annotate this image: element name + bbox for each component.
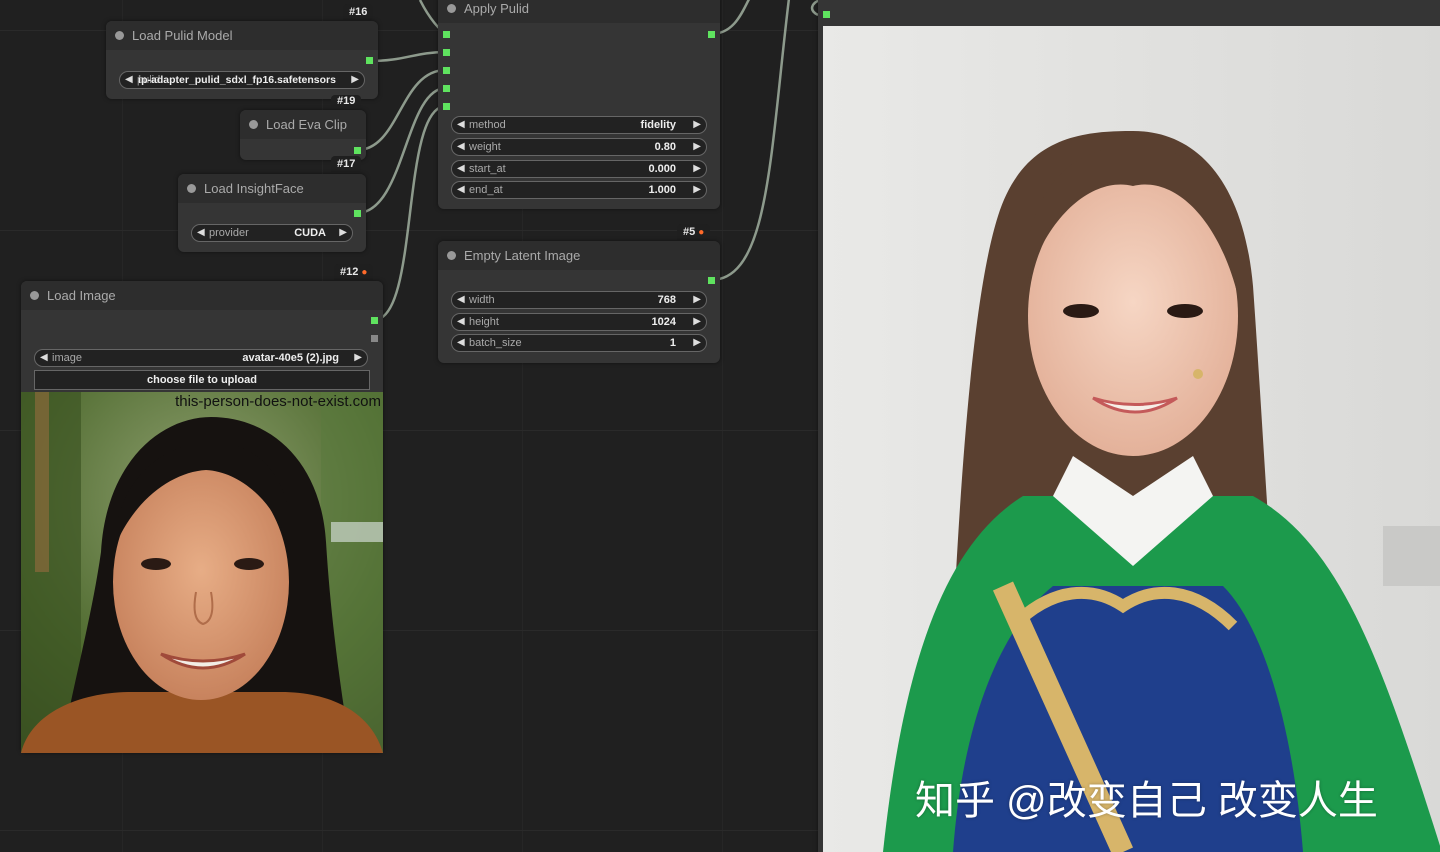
triangle-right-icon[interactable]: ▶ <box>693 182 701 198</box>
load-eva-clip-node[interactable]: Load Eva Clip <box>240 110 366 160</box>
fox-icon: ● <box>698 227 705 238</box>
link-image <box>373 104 447 322</box>
triangle-left-icon[interactable]: ◀ <box>457 314 465 330</box>
load-image-node[interactable]: Load Image ◀ image avatar-40e5 (2).jpg ▶… <box>21 281 383 753</box>
node-id-badge: #19 <box>331 95 362 107</box>
input-slot-eva-clip[interactable] <box>443 67 450 74</box>
link-pulid-model <box>369 50 447 63</box>
collapse-dot-icon[interactable] <box>115 31 124 40</box>
node-title[interactable]: Apply Pulid <box>438 0 720 23</box>
upload-button[interactable]: choose file to upload <box>34 370 370 390</box>
triangle-left-icon[interactable]: ◀ <box>457 292 465 308</box>
triangle-left-icon[interactable]: ◀ <box>457 117 465 133</box>
node-title[interactable]: Load Image <box>21 281 383 310</box>
start-at-number[interactable]: ◀ start_at 0.000 ▶ <box>451 160 707 178</box>
triangle-left-icon[interactable]: ◀ <box>125 72 133 88</box>
output-slot-model[interactable] <box>708 31 715 38</box>
output-slot[interactable] <box>354 210 361 217</box>
apply-pulid-node[interactable]: Apply Pulid ◀ method fidelity ▶ ◀ weight… <box>438 0 720 209</box>
triangle-right-icon[interactable]: ▶ <box>693 117 701 133</box>
triangle-left-icon[interactable]: ◀ <box>197 225 205 241</box>
triangle-left-icon[interactable]: ◀ <box>40 350 48 366</box>
node-title[interactable]: Load Pulid Model <box>106 21 378 50</box>
node-title[interactable]: Load Eva Clip <box>240 110 366 139</box>
collapse-dot-icon[interactable] <box>187 184 196 193</box>
empty-latent-image-node[interactable]: Empty Latent Image ◀ width 768 ▶ ◀ heigh… <box>438 241 720 363</box>
fox-icon: ● <box>361 267 368 278</box>
output-slot-latent[interactable] <box>708 277 715 284</box>
input-slot-pulid[interactable] <box>443 49 450 56</box>
input-slot-image[interactable] <box>443 103 450 110</box>
image-output-slot[interactable] <box>371 317 378 324</box>
output-slot[interactable] <box>354 147 361 154</box>
triangle-left-icon[interactable]: ◀ <box>457 182 465 198</box>
portrait-photo <box>21 392 383 753</box>
triangle-right-icon[interactable]: ▶ <box>351 72 359 88</box>
zhihu-watermark: 知乎 @改变自己 改变人生 <box>915 779 1378 823</box>
triangle-left-icon[interactable]: ◀ <box>457 161 465 177</box>
pulid-file-combo[interactable]: ◀ pulid ip-adapter_pulid_sdxl_fp16.safet… <box>119 71 365 89</box>
node-id-badge: #17 <box>331 156 362 172</box>
triangle-right-icon[interactable]: ▶ <box>693 139 701 155</box>
image-watermark: this-person-does-not-exist.com <box>175 393 381 410</box>
node-id-badge: #16 <box>343 4 374 20</box>
triangle-right-icon[interactable]: ▶ <box>339 225 347 241</box>
output-image-preview: 知乎 @改变自己 改变人生 <box>823 26 1440 852</box>
input-slot-images[interactable] <box>823 11 830 18</box>
triangle-right-icon[interactable]: ▶ <box>693 161 701 177</box>
input-image-preview: this-person-does-not-exist.com <box>21 392 383 753</box>
input-slot-face-analysis[interactable] <box>443 85 450 92</box>
load-insightface-node[interactable]: Load InsightFace ◀ provider CUDA ▶ <box>178 174 366 252</box>
collapse-dot-icon[interactable] <box>30 291 39 300</box>
end-at-number[interactable]: ◀ end_at 1.000 ▶ <box>451 181 707 199</box>
output-slot[interactable] <box>366 57 373 64</box>
triangle-right-icon[interactable]: ▶ <box>693 314 701 330</box>
collapse-dot-icon[interactable] <box>249 120 258 129</box>
node-graph-canvas[interactable]: #16 Load Pulid Model ◀ pulid ip-adapter_… <box>0 0 1440 852</box>
method-combo[interactable]: ◀ method fidelity ▶ <box>451 116 707 134</box>
link-latent-out <box>710 0 791 282</box>
mask-output-slot[interactable] <box>371 335 378 342</box>
width-number[interactable]: ◀ width 768 ▶ <box>451 291 707 309</box>
triangle-left-icon[interactable]: ◀ <box>457 335 465 351</box>
height-number[interactable]: ◀ height 1024 ▶ <box>451 313 707 331</box>
preview-image-node[interactable]: 知乎 @改变自己 改变人生 <box>818 0 1440 852</box>
weight-number[interactable]: ◀ weight 0.80 ▶ <box>451 138 707 156</box>
node-id-badge: #5 ● <box>677 224 711 240</box>
node-title[interactable]: Empty Latent Image <box>438 241 720 270</box>
triangle-right-icon[interactable]: ▶ <box>354 350 362 366</box>
collapse-dot-icon[interactable] <box>447 4 456 13</box>
generated-portrait <box>823 26 1440 852</box>
batch-size-number[interactable]: ◀ batch_size 1 ▶ <box>451 334 707 352</box>
triangle-right-icon[interactable]: ▶ <box>693 335 701 351</box>
node-title[interactable]: Load InsightFace <box>178 174 366 203</box>
image-file-combo[interactable]: ◀ image avatar-40e5 (2).jpg ▶ <box>34 349 368 367</box>
input-slot-model[interactable] <box>443 31 450 38</box>
load-pulid-model-node[interactable]: Load Pulid Model ◀ pulid ip-adapter_puli… <box>106 21 378 99</box>
link-insightface <box>356 86 447 215</box>
triangle-left-icon[interactable]: ◀ <box>457 139 465 155</box>
collapse-dot-icon[interactable] <box>447 251 456 260</box>
provider-combo[interactable]: ◀ provider CUDA ▶ <box>191 224 353 242</box>
triangle-right-icon[interactable]: ▶ <box>693 292 701 308</box>
node-id-badge: #12 ● <box>334 264 374 280</box>
